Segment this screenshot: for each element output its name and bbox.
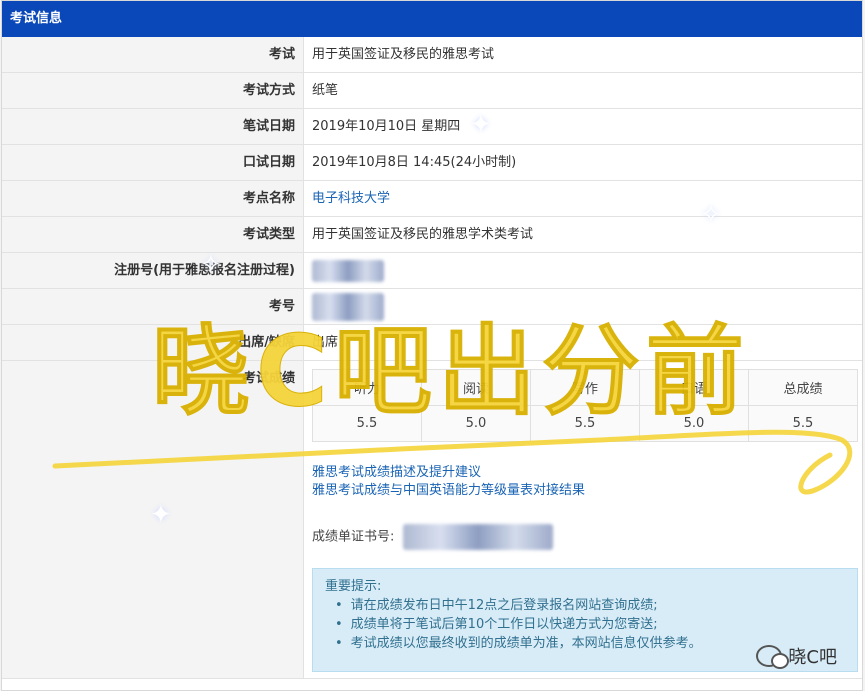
watermark-text: 晓C吧 (788, 647, 837, 668)
wechat-icon (756, 645, 790, 669)
overlay-caption: 晓C吧出分前 (152, 315, 750, 430)
watermark: 晓C吧 (756, 643, 837, 669)
